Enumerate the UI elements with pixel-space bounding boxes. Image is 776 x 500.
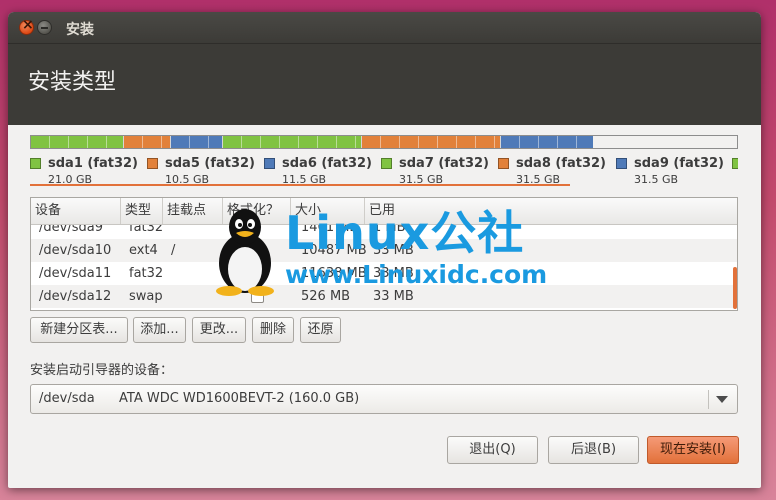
cell-device: /dev/sda9 — [39, 225, 103, 235]
legend-name: sda8 (fat32) — [516, 156, 607, 171]
cell-size: 526 MB — [301, 289, 351, 304]
legend-swatch — [264, 158, 275, 169]
close-icon[interactable] — [19, 17, 34, 35]
cell-device: /dev/sda11 — [39, 266, 112, 281]
cell-mount — [163, 225, 171, 239]
partition-segment — [361, 136, 501, 148]
partition-segment — [123, 136, 172, 148]
change-button[interactable]: 更改... — [192, 317, 246, 343]
table-scrollbar[interactable] — [733, 267, 737, 309]
cell-size: 10487 MB — [301, 243, 367, 258]
cell-type: fat32 — [129, 266, 164, 281]
minimize-icon[interactable] — [37, 20, 52, 35]
legend-name: sda5 (fat32) — [165, 156, 256, 171]
table-header: 设备 类型 挂载点 格式化？ 大小 已用 — [31, 198, 737, 225]
partition-segment — [500, 136, 593, 148]
revert-button[interactable]: 还原 — [300, 317, 341, 343]
window-title: 安装 — [66, 22, 94, 38]
cell-mount: / — [171, 243, 176, 258]
install-now-button[interactable]: 现在安装(I) — [647, 436, 739, 464]
cell-used: 1 MB — [373, 225, 406, 235]
new-partition-table-button[interactable]: 新建分区表... — [30, 317, 128, 343]
bootloader-device: /dev/sda — [39, 391, 95, 406]
legend-name: sda6 (fat32) — [282, 156, 373, 171]
back-button[interactable]: 后退(B) — [548, 436, 639, 464]
partition-segment — [31, 136, 124, 148]
action-bar: 退出(Q) 后退(B) 现在安装(I) — [8, 436, 761, 466]
legend-swatch — [30, 158, 41, 169]
legend-name: sda9 (fat32) — [634, 156, 725, 171]
partition-bar — [30, 135, 738, 149]
col-format[interactable]: 格式化？ — [223, 198, 291, 224]
cell-mount — [163, 285, 171, 308]
col-used[interactable]: 已用 — [365, 198, 737, 224]
col-mount[interactable]: 挂载点 — [163, 198, 223, 224]
title-bar: 安装 — [8, 12, 761, 44]
legend-name: sda7 (fat32) — [399, 156, 490, 171]
partition-table: 设备 类型 挂载点 格式化？ 大小 已用 /dev/sda9 fat32 146… — [30, 197, 738, 311]
legend-swatch — [147, 158, 158, 169]
legend-swatch — [732, 158, 738, 169]
legend-swatch — [498, 158, 509, 169]
col-size[interactable]: 大小 — [291, 198, 365, 224]
chevron-down-icon[interactable] — [716, 396, 728, 403]
cell-type: swap — [129, 289, 163, 304]
cell-size: 1461 MB — [301, 225, 359, 235]
col-device[interactable]: 设备 — [31, 198, 121, 224]
table-row[interactable]: /dev/sda11 fat32 11638 MB 33 MB — [31, 262, 737, 285]
page-header: 安装类型 — [8, 44, 761, 125]
table-row[interactable]: /dev/sda9 fat32 1461 MB 1 MB — [31, 225, 737, 239]
table-body: /dev/sda9 fat32 1461 MB 1 MB /dev/sda10 … — [31, 225, 737, 310]
cell-mount — [163, 262, 171, 285]
col-type[interactable]: 类型 — [121, 198, 163, 224]
partition-segment — [171, 136, 223, 148]
partition-segment — [222, 136, 362, 148]
cell-used: 33 MB — [373, 289, 414, 304]
legend-swatch — [616, 158, 627, 169]
cell-size: 11638 MB — [301, 266, 367, 281]
combo-separator — [708, 390, 709, 409]
legend-name: sda1 (fat32) — [48, 156, 139, 171]
quit-button[interactable]: 退出(Q) — [447, 436, 538, 464]
page-title: 安装类型 — [28, 70, 117, 95]
cell-used: 33 MB — [373, 243, 414, 258]
bootloader-device-select[interactable]: /dev/sda ATA WDC WD1600BEVT-2 (160.0 GB) — [30, 384, 738, 414]
table-row[interactable]: /dev/sda10 ext4 / 10487 MB 33 MB — [31, 239, 737, 262]
legend-scrollbar[interactable] — [30, 184, 570, 186]
format-checkbox[interactable] — [251, 290, 264, 303]
legend-size: 31.5 GB — [634, 173, 679, 186]
bootloader-label: 安装启动引导器的设备： — [30, 363, 174, 378]
cell-device: /dev/sda10 — [39, 243, 112, 258]
legend-swatch — [381, 158, 392, 169]
cell-type: fat32 — [129, 225, 164, 235]
installer-window: 安装 安装类型 sda1 (fat32) 21.0 GB sda5 (fat32… — [8, 12, 761, 488]
cell-type: ext4 — [129, 243, 158, 258]
add-button[interactable]: 添加... — [133, 317, 186, 343]
bootloader-model: ATA WDC WD1600BEVT-2 (160.0 GB) — [119, 391, 360, 406]
cell-used: 33 MB — [373, 266, 414, 281]
delete-button[interactable]: 删除 — [252, 317, 294, 343]
cell-device: /dev/sda12 — [39, 289, 112, 304]
table-row[interactable]: /dev/sda12 swap 526 MB 33 MB — [31, 285, 737, 308]
